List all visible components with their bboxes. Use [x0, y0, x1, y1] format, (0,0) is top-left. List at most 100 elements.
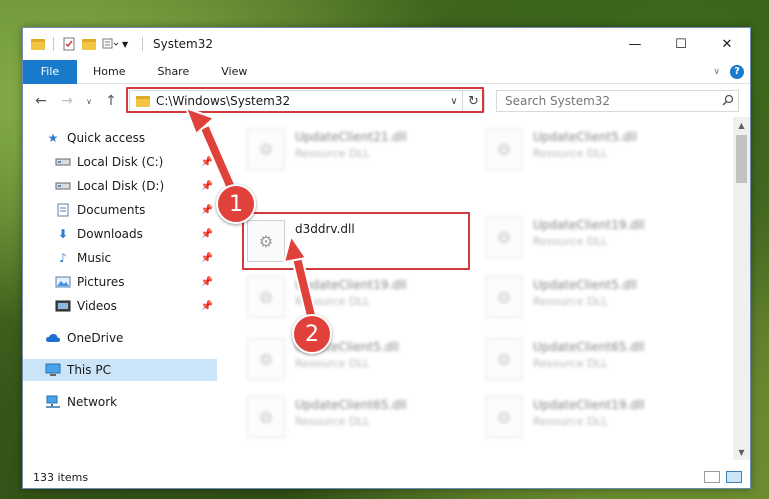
maximize-button[interactable]: ☐: [658, 28, 704, 60]
help-icon[interactable]: ?: [730, 64, 744, 79]
minimize-button[interactable]: —: [612, 28, 658, 60]
videos-icon: [55, 299, 71, 313]
drive-icon: [55, 179, 71, 193]
ribbon-right: ∨ ?: [713, 64, 750, 79]
view-toggles: [704, 471, 750, 483]
list-item[interactable]: ⚙ UpdateClient65.dll Resource DLL: [485, 334, 705, 384]
back-arrow-icon[interactable]: ←: [31, 93, 51, 109]
new-folder-icon[interactable]: [82, 38, 96, 50]
pin-icon[interactable]: 📌: [201, 229, 213, 240]
list-item-d3ddrv[interactable]: ⚙ d3ddrv.dll: [247, 216, 467, 266]
sidebar-item-music[interactable]: ♪ Music 📌: [23, 247, 217, 269]
dll-file-icon: ⚙: [485, 338, 523, 380]
sidebar-item-label: Documents: [77, 203, 146, 217]
sidebar-item-documents[interactable]: Documents 📌: [23, 199, 217, 221]
music-icon: ♪: [59, 251, 67, 265]
file-name: UpdateClient65.dll: [295, 398, 407, 412]
file-name: UpdateClient21.dll: [295, 130, 407, 144]
sidebar-item-label: This PC: [67, 363, 111, 377]
sidebar-item-downloads[interactable]: ⬇ Downloads 📌: [23, 223, 217, 245]
dll-file-icon: ⚙: [247, 276, 285, 318]
vertical-scrollbar[interactable]: ▲ ▼: [733, 117, 750, 460]
tab-view[interactable]: View: [205, 65, 263, 78]
sidebar-item-onedrive[interactable]: OneDrive: [23, 327, 217, 349]
pin-icon[interactable]: 📌: [201, 301, 213, 312]
sidebar-item-label: Pictures: [77, 275, 125, 289]
chevron-down-icon[interactable]: ▼: [122, 37, 136, 51]
sidebar-item-label: OneDrive: [67, 331, 124, 345]
file-type: Resource DLL: [533, 357, 608, 370]
step-1-badge: 1: [216, 184, 256, 224]
item-count: 133 items: [33, 470, 89, 484]
address-history-chevron-icon[interactable]: ∨: [446, 96, 462, 107]
expand-ribbon-icon[interactable]: ∨: [713, 67, 720, 77]
file-type: Resource DLL: [533, 415, 608, 428]
search-icon[interactable]: [718, 94, 738, 109]
dll-file-icon: ⚙: [247, 220, 285, 262]
forward-arrow-icon[interactable]: →: [57, 93, 77, 109]
sidebar-item-local-disk-d[interactable]: Local Disk (D:) 📌: [23, 175, 217, 197]
title-bar: ▼ System32 — ☐ ✕: [23, 28, 750, 60]
computer-icon: [45, 363, 61, 377]
sidebar-item-label: Local Disk (C:): [77, 155, 164, 169]
sidebar-item-videos[interactable]: Videos 📌: [23, 295, 217, 317]
recent-locations-chevron-icon[interactable]: ∨: [79, 97, 99, 106]
large-icons-view-icon[interactable]: [726, 471, 742, 483]
file-name: UpdateClient5.dll: [533, 130, 637, 144]
address-path[interactable]: C:\Windows\System32: [156, 94, 446, 108]
navigation-pane: ★ Quick access Local Disk (C:) 📌 Local D…: [23, 124, 217, 454]
scroll-up-icon[interactable]: ▲: [733, 117, 750, 133]
tab-file[interactable]: File: [23, 59, 77, 84]
pin-icon[interactable]: 📌: [201, 157, 213, 168]
file-type: Resource DLL: [295, 147, 370, 160]
list-item[interactable]: ⚙ UpdateClient5.dll Resource DLL: [485, 272, 705, 322]
network-icon: [45, 395, 61, 409]
sidebar-item-local-disk-c[interactable]: Local Disk (C:) 📌: [23, 151, 217, 173]
sidebar-item-this-pc[interactable]: This PC: [23, 359, 217, 381]
window-title: System32: [153, 37, 214, 51]
address-bar[interactable]: C:\Windows\System32 ∨ ↻: [129, 90, 485, 112]
pin-icon[interactable]: 📌: [201, 205, 213, 216]
toolbar-divider: [53, 37, 54, 51]
dll-file-icon: ⚙: [485, 396, 523, 438]
file-type: Resource DLL: [295, 357, 370, 370]
dll-file-icon: ⚙: [485, 216, 523, 258]
dll-file-icon: ⚙: [247, 338, 285, 380]
details-view-icon[interactable]: [704, 471, 720, 483]
file-explorer-window: ▼ System32 — ☐ ✕ File Home Share View ∨ …: [22, 27, 751, 489]
list-item[interactable]: ⚙ UpdateClient19.dll Resource DLL: [485, 212, 705, 262]
sidebar-item-label: Videos: [77, 299, 117, 313]
file-type: Resource DLL: [533, 235, 608, 248]
sidebar-item-network[interactable]: Network: [23, 391, 217, 413]
pin-icon[interactable]: 📌: [201, 181, 213, 192]
up-arrow-icon[interactable]: ↑: [101, 93, 121, 109]
list-item[interactable]: ⚙ UpdateClient5.dll Resource DLL: [247, 334, 467, 384]
dll-file-icon: ⚙: [247, 396, 285, 438]
tab-home[interactable]: Home: [77, 65, 141, 78]
list-item[interactable]: ⚙ UpdateClient19.dll Resource DLL: [485, 392, 705, 442]
pictures-icon: [55, 275, 71, 289]
pin-icon[interactable]: 📌: [201, 253, 213, 264]
pin-icon[interactable]: 📌: [201, 277, 213, 288]
search-box[interactable]: [496, 90, 739, 112]
tab-share[interactable]: Share: [141, 65, 205, 78]
list-item[interactable]: ⚙ UpdateClient21.dll Resource DLL: [247, 124, 467, 174]
file-name: UpdateClient19.dll: [533, 218, 645, 232]
list-item[interactable]: ⚙ UpdateClient19.dll Resource DLL: [247, 272, 467, 322]
properties-icon[interactable]: [62, 37, 76, 51]
refresh-icon[interactable]: ↻: [462, 91, 484, 111]
close-button[interactable]: ✕: [704, 28, 750, 60]
search-input[interactable]: [505, 94, 718, 108]
file-name: UpdateClient5.dll: [533, 278, 637, 292]
scroll-down-icon[interactable]: ▼: [733, 444, 750, 460]
sidebar-item-quick-access[interactable]: ★ Quick access: [23, 127, 217, 149]
sidebar-item-pictures[interactable]: Pictures 📌: [23, 271, 217, 293]
file-name: UpdateClient65.dll: [533, 340, 645, 354]
list-item[interactable]: ⚙ UpdateClient65.dll Resource DLL: [247, 392, 467, 442]
customize-toolbar-icon[interactable]: [102, 37, 119, 51]
list-item[interactable]: ⚙ UpdateClient5.dll Resource DLL: [485, 124, 705, 174]
title-divider: [142, 37, 143, 51]
scroll-thumb[interactable]: [736, 135, 747, 183]
window-controls: — ☐ ✕: [612, 28, 750, 60]
file-name: d3ddrv.dll: [295, 222, 355, 236]
